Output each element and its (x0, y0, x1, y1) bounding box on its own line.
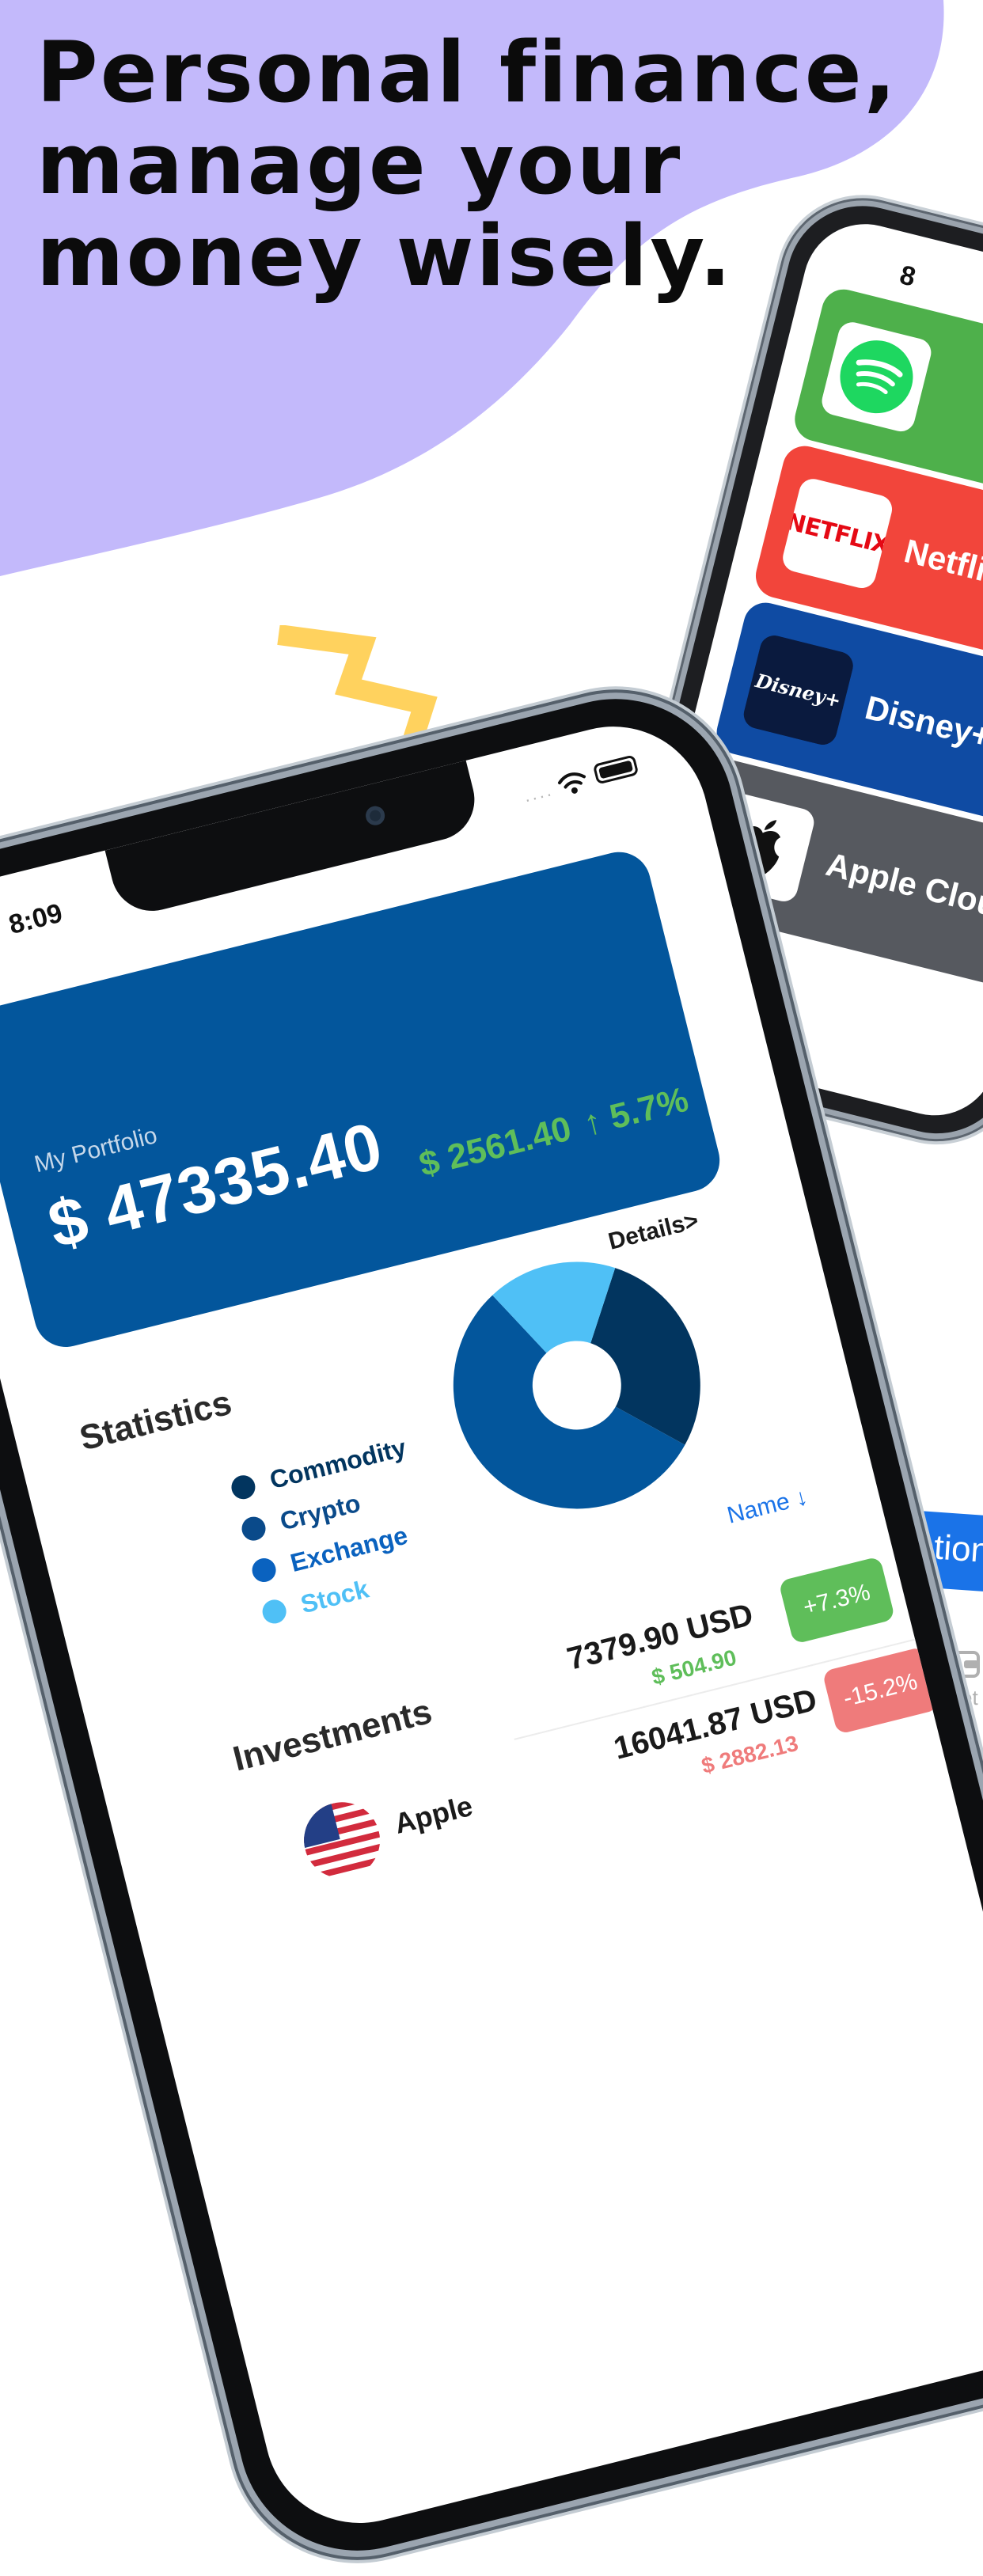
subscription-name: Apple Cloud (822, 844, 983, 929)
legend-dot (260, 1597, 289, 1626)
legend-dot (239, 1514, 268, 1543)
netflix-logo-text: NETFLIX (783, 507, 892, 560)
investments-title: Investments (229, 1691, 436, 1779)
zigzag-decoration (277, 625, 438, 747)
disney-logo-text: Disney+ (753, 668, 844, 712)
statistics-title: Statistics (75, 1383, 236, 1459)
camera-icon (363, 804, 387, 828)
netflix-logo: NETFLIX (780, 476, 895, 591)
spotify-icon (818, 319, 935, 434)
status-time: 8:09 (6, 897, 66, 941)
zigzag-line (277, 625, 438, 747)
chart-legend: Commodity Crypto Exchange Stock (227, 1429, 442, 1638)
portfolio-donut-chart[interactable] (423, 1231, 731, 1538)
portfolio-change-percent: ↑ 5.7% (579, 1079, 693, 1144)
sort-by-name-button[interactable]: Name ↓ (724, 1484, 810, 1530)
subscription-name: Netflix (900, 532, 983, 593)
portfolio-change: $ 2561.40 ↑ 5.7% (416, 1080, 693, 1186)
headline-line-3: money wisely. (36, 207, 734, 305)
legend-label: Stock (298, 1573, 372, 1618)
legend-dot (229, 1473, 258, 1502)
wifi-icon (557, 772, 586, 794)
us-flag-icon (295, 1794, 389, 1887)
us-flag-graphic (295, 1794, 389, 1887)
battery-icon (592, 754, 640, 785)
subscription-name: Disney+ (861, 689, 983, 756)
portfolio-total: $ 47335.40 (41, 1107, 390, 1263)
headline: Personal finance, manage your money wise… (36, 27, 907, 302)
signal-dots-icon: ···· (522, 783, 556, 810)
legend-dot (249, 1555, 279, 1585)
headline-line-2: manage your (36, 116, 683, 213)
headline-line-1: Personal finance, (36, 24, 898, 121)
portfolio-change-amount: $ 2561.40 (415, 1109, 575, 1185)
disney-tile: Disney+ (741, 632, 856, 748)
investment-name: Apple (391, 1789, 476, 1840)
spotify-logo-graphic (840, 340, 913, 414)
disney-plus-logo: Disney+ (741, 632, 856, 748)
status-time: 8 (897, 260, 919, 293)
investment-percent-badge[interactable]: +7.3% (778, 1556, 896, 1645)
